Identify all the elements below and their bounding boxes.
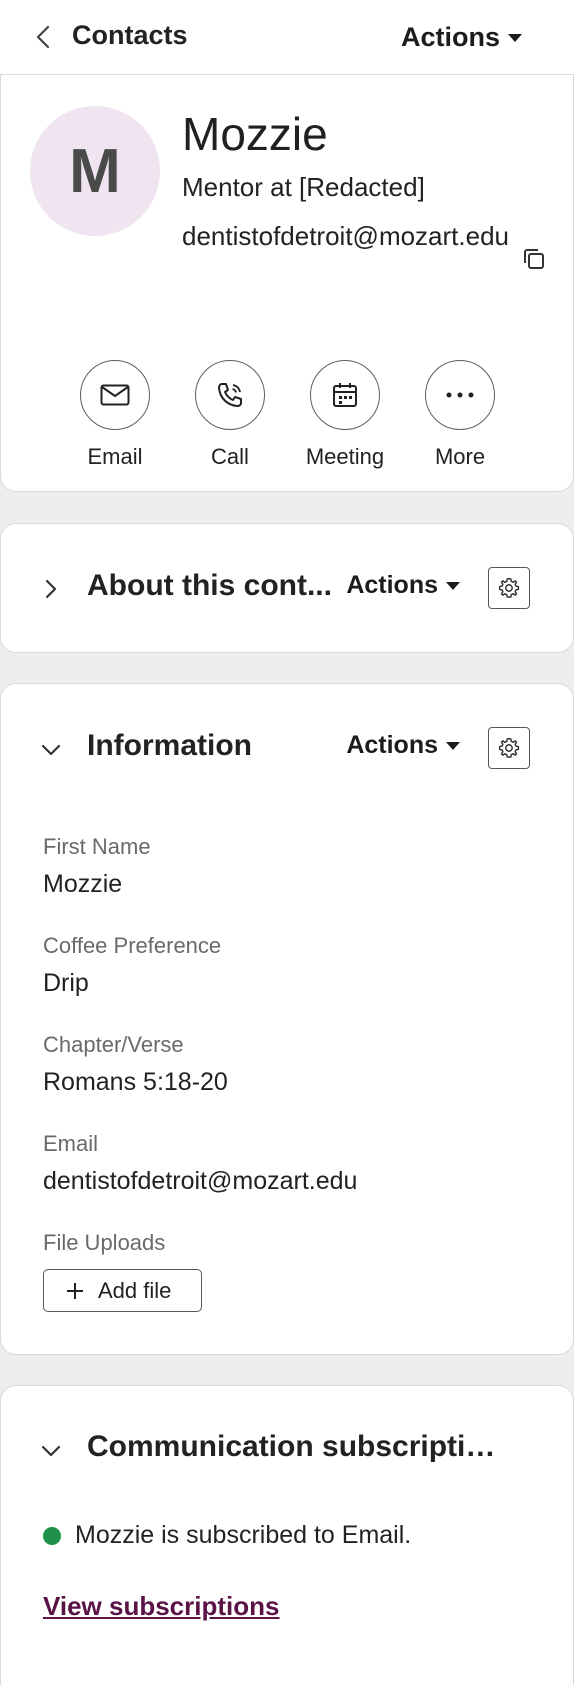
contact-email: dentistofdetroit@mozart.edu <box>182 221 510 251</box>
top-bar: Contacts Actions <box>0 0 574 75</box>
field-coffee-preference[interactable]: Coffee Preference Drip <box>43 933 221 998</box>
communication-section-title[interactable]: Communication subscriptio... <box>87 1430 507 1464</box>
chevron-left-icon <box>36 25 50 49</box>
gear-icon <box>498 577 520 598</box>
calendar-icon <box>333 383 357 407</box>
field-label: Coffee Preference <box>43 933 222 958</box>
information-actions-menu[interactable]: Actions <box>346 731 460 760</box>
caret-down-icon <box>508 33 522 42</box>
gear-icon <box>498 737 520 758</box>
call-action-button[interactable]: Call <box>170 360 290 470</box>
chevron-down-icon <box>41 744 61 756</box>
back-button[interactable] <box>30 22 56 52</box>
profile-card: M Mozzie Mentor at [Redacted] dentistofd… <box>0 75 574 492</box>
header-actions-label: Actions <box>400 22 500 52</box>
field-label: Chapter/Verse <box>43 1032 184 1057</box>
contact-subtitle: Mentor at [Redacted] <box>182 172 425 202</box>
meeting-action-button[interactable]: Meeting <box>285 360 405 470</box>
field-label: Email <box>43 1131 99 1156</box>
chevron-right-icon <box>45 579 57 599</box>
information-settings-button[interactable] <box>488 727 530 769</box>
chevron-down-icon <box>41 1445 61 1457</box>
field-label: First Name <box>43 834 151 859</box>
field-value: Romans 5:18-20 <box>43 1068 228 1096</box>
collapse-information-toggle[interactable] <box>39 738 63 762</box>
caret-down-icon <box>446 741 460 750</box>
field-label: File Uploads <box>43 1230 166 1255</box>
about-actions-label: Actions <box>346 571 438 599</box>
field-value: dentistofdetroit@mozart.edu <box>43 1167 358 1195</box>
call-action-label: Call <box>211 444 249 469</box>
field-first-name[interactable]: First Name Mozzie <box>43 834 151 899</box>
information-actions-label: Actions <box>346 731 438 759</box>
caret-down-icon <box>446 581 460 590</box>
collapse-communication-toggle[interactable] <box>39 1439 63 1463</box>
plus-icon <box>67 1282 83 1299</box>
field-chapter-verse[interactable]: Chapter/Verse Romans 5:18-20 <box>43 1032 228 1097</box>
view-subscriptions-link[interactable]: View subscriptions <box>43 1591 279 1622</box>
communication-section-card: Communication subscriptio... Mozzie is s… <box>0 1385 574 1685</box>
about-settings-button[interactable] <box>488 567 530 609</box>
expand-about-toggle[interactable] <box>39 577 63 601</box>
field-value: Drip <box>43 969 89 997</box>
page-title: Contacts <box>72 20 188 50</box>
phone-icon <box>218 383 242 407</box>
information-section-card: Information Actions First Name Mozzie Co… <box>0 683 574 1355</box>
header-actions-menu[interactable]: Actions <box>401 22 522 53</box>
more-action-label: More <box>434 444 486 469</box>
quick-actions: Email Call Meeting More <box>1 360 574 470</box>
contact-name: Mozzie <box>182 108 328 160</box>
avatar: M <box>30 106 160 236</box>
field-email[interactable]: Email dentistofdetroit@mozart.edu <box>43 1131 357 1196</box>
subscription-status: Mozzie is subscribed to Email. <box>43 1521 411 1550</box>
email-action-label: Email <box>87 444 143 469</box>
envelope-icon <box>100 384 130 406</box>
about-section-card: About this cont... Actions <box>0 523 574 653</box>
status-dot-icon <box>43 1526 61 1545</box>
field-value: Mozzie <box>43 870 123 898</box>
information-section-title[interactable]: Information <box>87 729 252 763</box>
subscription-status-text: Mozzie is subscribed to Email. <box>75 1521 412 1549</box>
ellipsis-icon <box>446 392 474 398</box>
meeting-action-label: Meeting <box>305 444 385 469</box>
email-action-button[interactable]: Email <box>55 360 175 470</box>
about-actions-menu[interactable]: Actions <box>346 571 460 600</box>
about-section-title[interactable]: About this cont... <box>87 569 337 603</box>
more-action-button[interactable]: More <box>400 360 520 470</box>
copy-icon[interactable] <box>520 245 548 273</box>
add-file-label: Add file <box>98 1277 172 1303</box>
field-file-uploads: File Uploads <box>43 1230 165 1256</box>
add-file-button[interactable]: Add file <box>43 1269 202 1312</box>
